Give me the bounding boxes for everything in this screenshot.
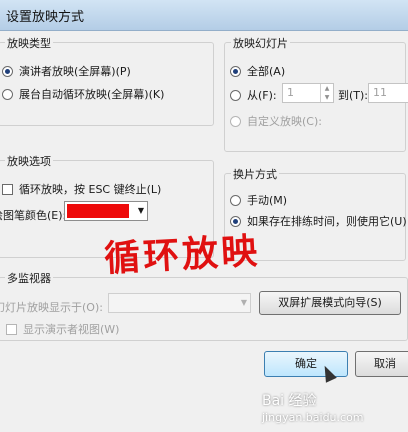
pen-color-swatch: [67, 204, 129, 218]
radio-indicator[interactable]: [2, 88, 13, 100]
chevron-down-icon[interactable]: ▼: [138, 206, 144, 215]
window-title: 设置放映方式: [6, 10, 85, 25]
manual-label: 手动(M): [247, 194, 288, 207]
radio-kiosk-label: 展台自动循环放映(全屏幕)(K): [19, 88, 165, 101]
display-on-label: 幻灯片放映显示于(O):: [0, 301, 103, 314]
pen-color-label: 绘图笔颜色(E):: [0, 209, 67, 222]
show-type-legend: 放映类型: [5, 35, 53, 51]
radio-indicator[interactable]: [230, 115, 241, 127]
pen-color-row: 绘图笔颜色(E):: [0, 207, 66, 223]
radio-indicator[interactable]: [230, 65, 241, 77]
monitors-legend: 多监视器: [5, 270, 53, 286]
from-spinner[interactable]: 1 ▲ ▼: [282, 83, 334, 103]
cancel-button[interactable]: 取消: [355, 351, 408, 377]
custom-show-label: 自定义放映(C):: [247, 115, 322, 128]
radio-presenter-label: 演讲者放映(全屏幕)(P): [19, 65, 131, 78]
to-value: 11: [373, 86, 387, 99]
show-slides-legend: 放映幻灯片: [231, 35, 290, 51]
show-options-legend: 放映选项: [5, 153, 53, 169]
radio-slide-range[interactable]: 从(F):: [230, 87, 277, 103]
radio-all-slides[interactable]: 全部(A): [230, 63, 285, 79]
pen-color-picker[interactable]: ▼: [64, 201, 148, 221]
dialog-window: 设置放映方式 放映类型 演讲者放映(全屏幕)(P) 展台自动循环放映(全屏幕)(…: [0, 0, 408, 432]
checkbox-indicator[interactable]: [2, 183, 13, 195]
presenter-view-checkbox[interactable]: 显示演示者视图(W): [6, 321, 119, 337]
loop-label: 循环放映，按 ESC 键终止(L): [19, 183, 162, 196]
to-label: 到(T):: [338, 89, 369, 102]
radio-indicator[interactable]: [2, 65, 13, 77]
spinner-arrows-icon[interactable]: ▲ ▼: [320, 84, 333, 102]
from-label: 从(F):: [247, 89, 277, 102]
title-bar: 设置放映方式: [0, 0, 408, 31]
display-on-row: 幻灯片放映显示于(O):: [0, 299, 103, 315]
advance-legend: 换片方式: [231, 166, 279, 182]
checkbox-indicator[interactable]: [6, 323, 17, 335]
use-timings-label: 如果存在排练时间，则使用它(U): [247, 215, 407, 228]
show-type-group: 放映类型: [0, 35, 214, 126]
dual-screen-wizard-button[interactable]: 双屏扩展模式向导(S): [259, 291, 401, 315]
to-spinner[interactable]: 11: [368, 83, 408, 103]
chevron-down-icon[interactable]: ▼: [241, 298, 247, 307]
radio-all-slides-label: 全部(A): [247, 65, 286, 78]
overlay-caption: 循环放映: [103, 229, 262, 281]
radio-custom-show[interactable]: 自定义放映(C):: [230, 113, 322, 129]
display-monitor-select[interactable]: ▼: [108, 293, 251, 313]
from-value: 1: [287, 86, 294, 99]
to-label-row: 到(T):: [338, 87, 368, 103]
presenter-view-label: 显示演示者视图(W): [23, 323, 120, 336]
ok-button[interactable]: 确定: [264, 351, 348, 377]
loop-checkbox[interactable]: 循环放映，按 ESC 键终止(L): [2, 181, 161, 197]
watermark-url: jingyan.baidu.com: [262, 411, 364, 424]
watermark-brand: Bai 经验: [262, 393, 317, 409]
radio-manual[interactable]: 手动(M): [230, 192, 287, 208]
radio-indicator[interactable]: [230, 194, 241, 206]
radio-kiosk[interactable]: 展台自动循环放映(全屏幕)(K): [2, 86, 164, 102]
radio-indicator[interactable]: [230, 89, 241, 101]
radio-presenter[interactable]: 演讲者放映(全屏幕)(P): [2, 63, 131, 79]
